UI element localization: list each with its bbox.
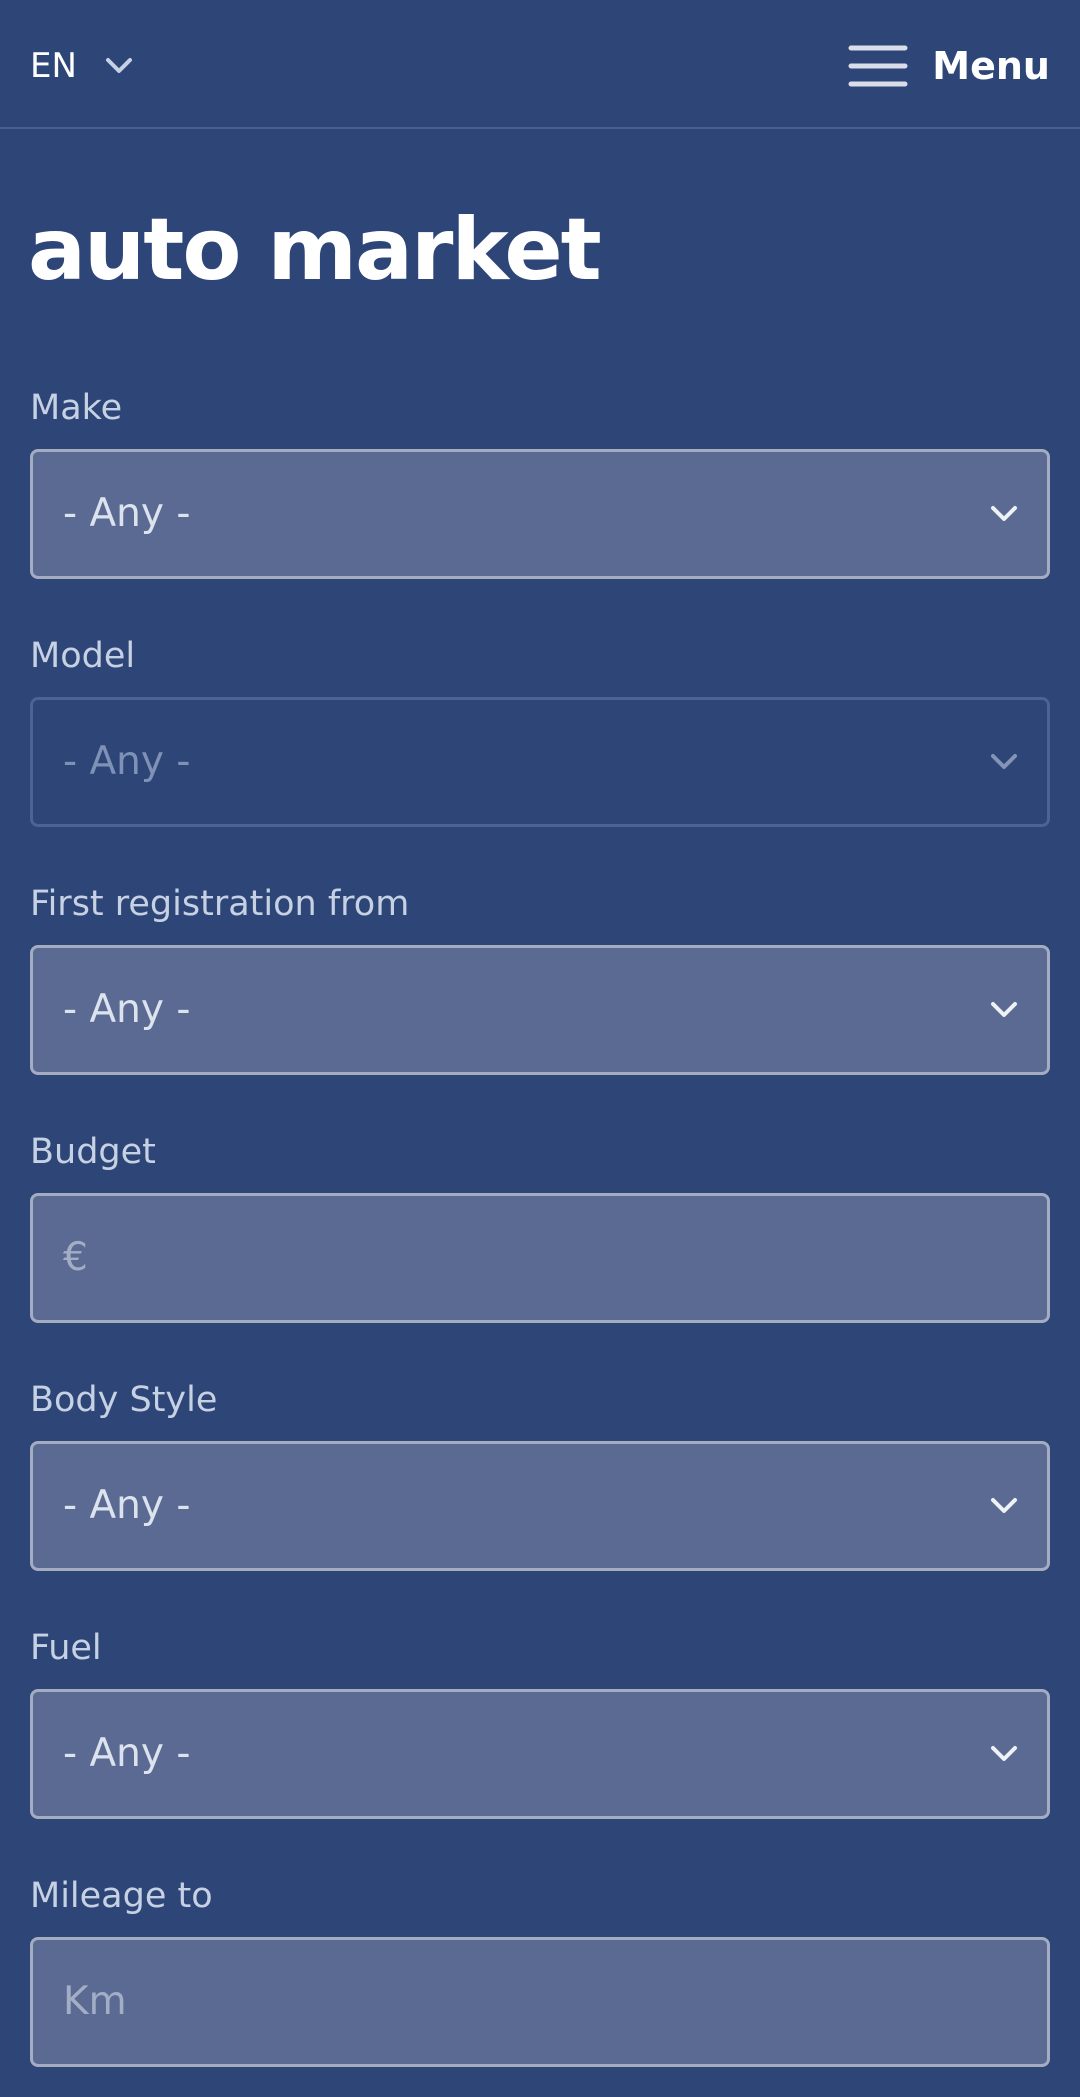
- menu-label: Menu: [932, 44, 1050, 88]
- menu-button[interactable]: Menu: [848, 40, 1050, 92]
- model-select[interactable]: - Any -: [30, 697, 1050, 827]
- hamburger-menu-icon: [848, 45, 908, 87]
- fuel-label: Fuel: [30, 1628, 102, 1668]
- chevron-down-icon: [991, 506, 1017, 521]
- make-label: Make: [30, 388, 123, 428]
- body-style-label: Body Style: [30, 1380, 218, 1420]
- budget-label: Budget: [30, 1132, 156, 1172]
- language-label: EN: [30, 46, 77, 86]
- make-select-value: - Any -: [63, 491, 191, 536]
- chevron-down-icon: [991, 1002, 1017, 1017]
- chevron-down-icon: [991, 754, 1017, 769]
- budget-input[interactable]: €: [30, 1193, 1050, 1323]
- first-registration-label: First registration from: [30, 884, 410, 924]
- mileage-label: Mileage to: [30, 1876, 213, 1916]
- chevron-down-icon: [991, 1746, 1017, 1761]
- fuel-select-value: - Any -: [63, 1731, 191, 1776]
- mileage-input-placeholder: Km: [63, 1979, 127, 2024]
- chevron-down-icon: [991, 1498, 1017, 1513]
- model-select-value: - Any -: [63, 739, 191, 784]
- top-bar: EN Menu: [0, 0, 1080, 129]
- budget-input-placeholder: €: [63, 1235, 88, 1280]
- body-style-select[interactable]: - Any -: [30, 1441, 1050, 1571]
- mileage-input[interactable]: Km: [30, 1937, 1050, 2067]
- make-select[interactable]: - Any -: [30, 449, 1050, 579]
- language-selector[interactable]: EN: [30, 42, 133, 90]
- first-registration-select-value: - Any -: [63, 987, 191, 1032]
- chevron-down-icon: [105, 58, 132, 73]
- first-registration-select[interactable]: - Any -: [30, 945, 1050, 1075]
- model-label: Model: [30, 636, 136, 676]
- body-style-select-value: - Any -: [63, 1483, 191, 1528]
- fuel-select[interactable]: - Any -: [30, 1689, 1050, 1819]
- site-logo[interactable]: auto market: [28, 200, 602, 300]
